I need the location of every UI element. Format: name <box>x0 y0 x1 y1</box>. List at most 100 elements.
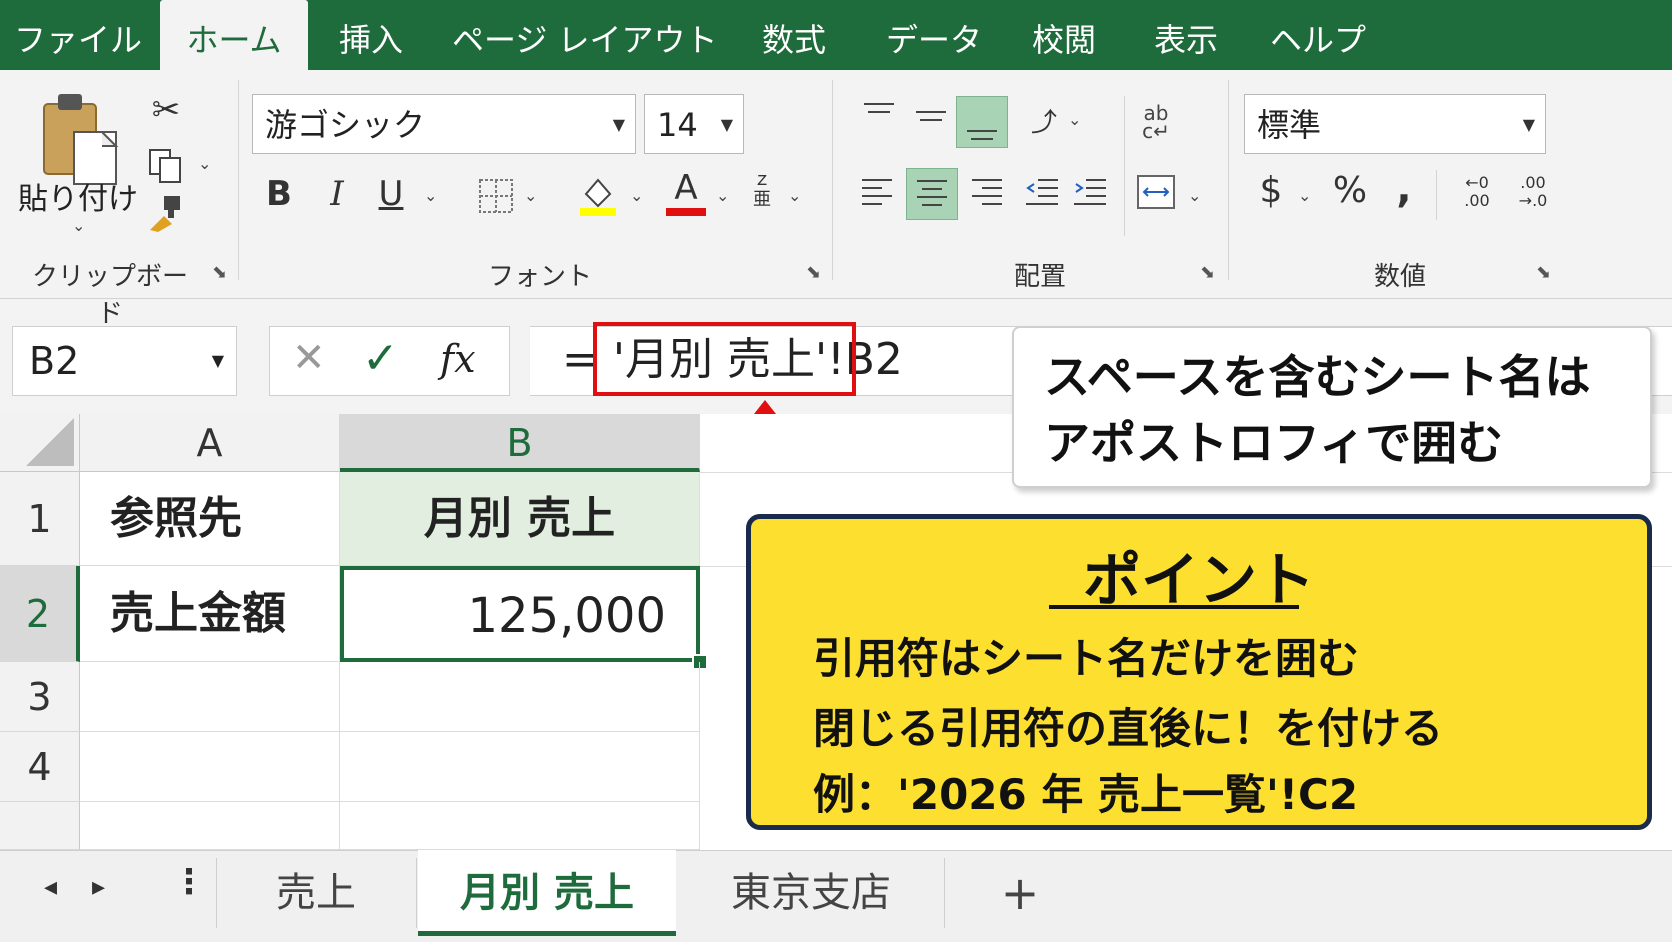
cell-b4[interactable] <box>340 732 700 802</box>
scroll-left-icon[interactable]: ◂ <box>44 872 57 902</box>
cell-a3[interactable] <box>80 662 340 732</box>
wrap-text-icon[interactable]: ab c↵ <box>1138 103 1174 144</box>
cell-a2[interactable]: 売上金額 <box>80 566 340 662</box>
copy-icon[interactable] <box>146 146 186 186</box>
cut-icon[interactable]: ✂ <box>146 90 186 130</box>
underline-dropdown-icon[interactable]: ⌄ <box>424 186 437 205</box>
comma-style-button[interactable]: , <box>1392 166 1416 212</box>
cell-b2[interactable]: 125,000 <box>340 566 700 662</box>
bold-button[interactable]: B <box>262 174 296 214</box>
merge-center-icon[interactable] <box>1136 174 1176 210</box>
increase-indent-icon[interactable] <box>1072 174 1108 208</box>
column-header-a[interactable]: A <box>80 414 340 472</box>
fill-color-dropdown-icon[interactable]: ⌄ <box>630 186 643 205</box>
orientation-icon[interactable]: ⤴ <box>1024 102 1064 138</box>
font-family-select[interactable]: 游ゴシック ▼ <box>252 94 636 154</box>
align-left-icon[interactable] <box>860 174 894 208</box>
currency-dropdown-icon[interactable]: ⌄ <box>1298 186 1311 205</box>
align-middle-icon[interactable] <box>914 100 948 130</box>
paste-dropdown-icon[interactable]: ⌄ <box>72 216 85 235</box>
copy-dropdown-icon[interactable]: ⌄ <box>198 154 211 173</box>
cell-b1[interactable]: 月別 売上 <box>340 472 700 566</box>
cancel-icon[interactable]: ✕ <box>292 335 326 381</box>
font-launcher-icon[interactable]: ⬊ <box>806 262 821 283</box>
tab-page-layout[interactable]: ページ レイアウト <box>452 0 718 70</box>
insert-function-icon[interactable]: fx <box>440 337 476 381</box>
tab-view[interactable]: 表示 <box>1140 0 1232 70</box>
tab-formulas[interactable]: 数式 <box>748 0 840 70</box>
clipboard-group-label: クリップボード <box>31 262 188 329</box>
select-all-corner[interactable] <box>0 414 80 472</box>
font-color-button[interactable]: A <box>666 168 706 218</box>
merge-dropdown-icon[interactable]: ⌄ <box>1188 186 1201 205</box>
align-center-icon[interactable] <box>906 168 958 220</box>
name-box[interactable]: B2 ▼ <box>12 326 237 396</box>
decrease-decimal-top: .00 <box>1520 173 1546 192</box>
borders-icon[interactable] <box>478 178 514 214</box>
align-top-icon[interactable] <box>862 100 896 130</box>
scroll-right-icon[interactable]: ▸ <box>92 872 105 902</box>
cell-a4[interactable] <box>80 732 340 802</box>
currency-button[interactable]: $ <box>1254 170 1288 211</box>
font-size-select[interactable]: 14 ▼ <box>644 94 744 154</box>
add-sheet-button[interactable]: + <box>980 850 1060 936</box>
more-sheets-icon[interactable]: ⋮ <box>172 862 206 902</box>
phonetic-dropdown-icon[interactable]: ⌄ <box>788 186 801 205</box>
number-launcher-icon[interactable]: ⬊ <box>1536 262 1551 283</box>
decrease-indent-icon[interactable] <box>1024 174 1060 208</box>
align-bottom-icon[interactable] <box>956 96 1008 148</box>
tab-help[interactable]: ヘルプ <box>1264 0 1372 70</box>
number-format-select[interactable]: 標準 ▼ <box>1244 94 1546 154</box>
increase-decimal-button[interactable]: ←0 .00 <box>1452 174 1502 210</box>
row-header-3[interactable]: 3 <box>0 662 80 732</box>
cell-a1[interactable]: 参照先 <box>80 472 340 566</box>
font-size-value: 14 <box>657 106 698 144</box>
align-right-icon[interactable] <box>970 174 1004 208</box>
row-header-2[interactable]: 2 <box>0 566 80 662</box>
cell-b3[interactable] <box>340 662 700 732</box>
chevron-down-icon: ▼ <box>612 115 625 134</box>
borders-dropdown-icon[interactable]: ⌄ <box>524 186 537 205</box>
alignment-launcher-icon[interactable]: ⬊ <box>1200 262 1215 283</box>
number-group-label: 数値 <box>1373 262 1426 292</box>
info-callout-line2: アポストロフィで囲む <box>1044 416 1504 470</box>
column-header-b[interactable]: B <box>340 414 700 472</box>
group-separator <box>1436 170 1437 220</box>
orientation-dropdown-icon[interactable]: ⌄ <box>1068 110 1081 129</box>
phonetic-guide-icon[interactable]: ｚ 亜 <box>748 170 776 218</box>
point-title-underline <box>1049 605 1299 609</box>
italic-button[interactable]: I <box>320 174 354 214</box>
format-painter-icon[interactable] <box>146 194 186 234</box>
decrease-decimal-button[interactable]: .00 →.0 <box>1508 174 1558 210</box>
cell-a5[interactable] <box>80 802 340 850</box>
tab-data[interactable]: データ <box>880 0 988 70</box>
tab-review[interactable]: 校閲 <box>1018 0 1110 70</box>
clipboard-launcher-icon[interactable]: ⬊ <box>212 262 227 283</box>
tab-home[interactable]: ホーム <box>160 0 308 70</box>
row-header-4[interactable]: 4 <box>0 732 80 802</box>
row-header-5[interactable] <box>0 802 80 850</box>
ribbon: 貼り付け ⌄ ✂ ⌄ クリップボード ⬊ 游ゴシック ▼ 14 ▼ B I U … <box>0 70 1672 329</box>
sheet-tab-sales[interactable]: 売上 <box>216 850 416 936</box>
chevron-down-icon: ▼ <box>211 351 224 370</box>
point-line-1: 引用符はシート名だけを囲む <box>813 634 1360 683</box>
sheet-tab-monthly-sales[interactable]: 月別 売上 <box>418 850 676 936</box>
alignment-group-label: 配置 <box>1013 262 1066 292</box>
ribbon-tab-bar: ファイル ホーム 挿入 ページ レイアウト 数式 データ 校閲 表示 ヘルプ <box>0 0 1672 70</box>
underline-button[interactable]: U <box>374 174 408 214</box>
fill-color-icon[interactable] <box>578 172 618 218</box>
tab-insert[interactable]: 挿入 <box>326 0 416 70</box>
tab-file[interactable]: ファイル <box>14 0 142 70</box>
phonetic-bottom: 亜 <box>753 189 771 210</box>
tab-separator <box>944 858 945 928</box>
chevron-down-icon: ▼ <box>1522 115 1535 134</box>
percent-button[interactable]: % <box>1330 170 1370 211</box>
number-format-value: 標準 <box>1257 106 1322 144</box>
sheet-tab-tokyo-branch[interactable]: 東京支店 <box>678 850 944 936</box>
font-family-value: 游ゴシック <box>265 106 426 144</box>
enter-icon[interactable]: ✓ <box>362 333 399 384</box>
cell-b5[interactable] <box>340 802 700 850</box>
font-color-dropdown-icon[interactable]: ⌄ <box>716 186 729 205</box>
group-separator <box>238 80 239 280</box>
row-header-1[interactable]: 1 <box>0 472 80 566</box>
